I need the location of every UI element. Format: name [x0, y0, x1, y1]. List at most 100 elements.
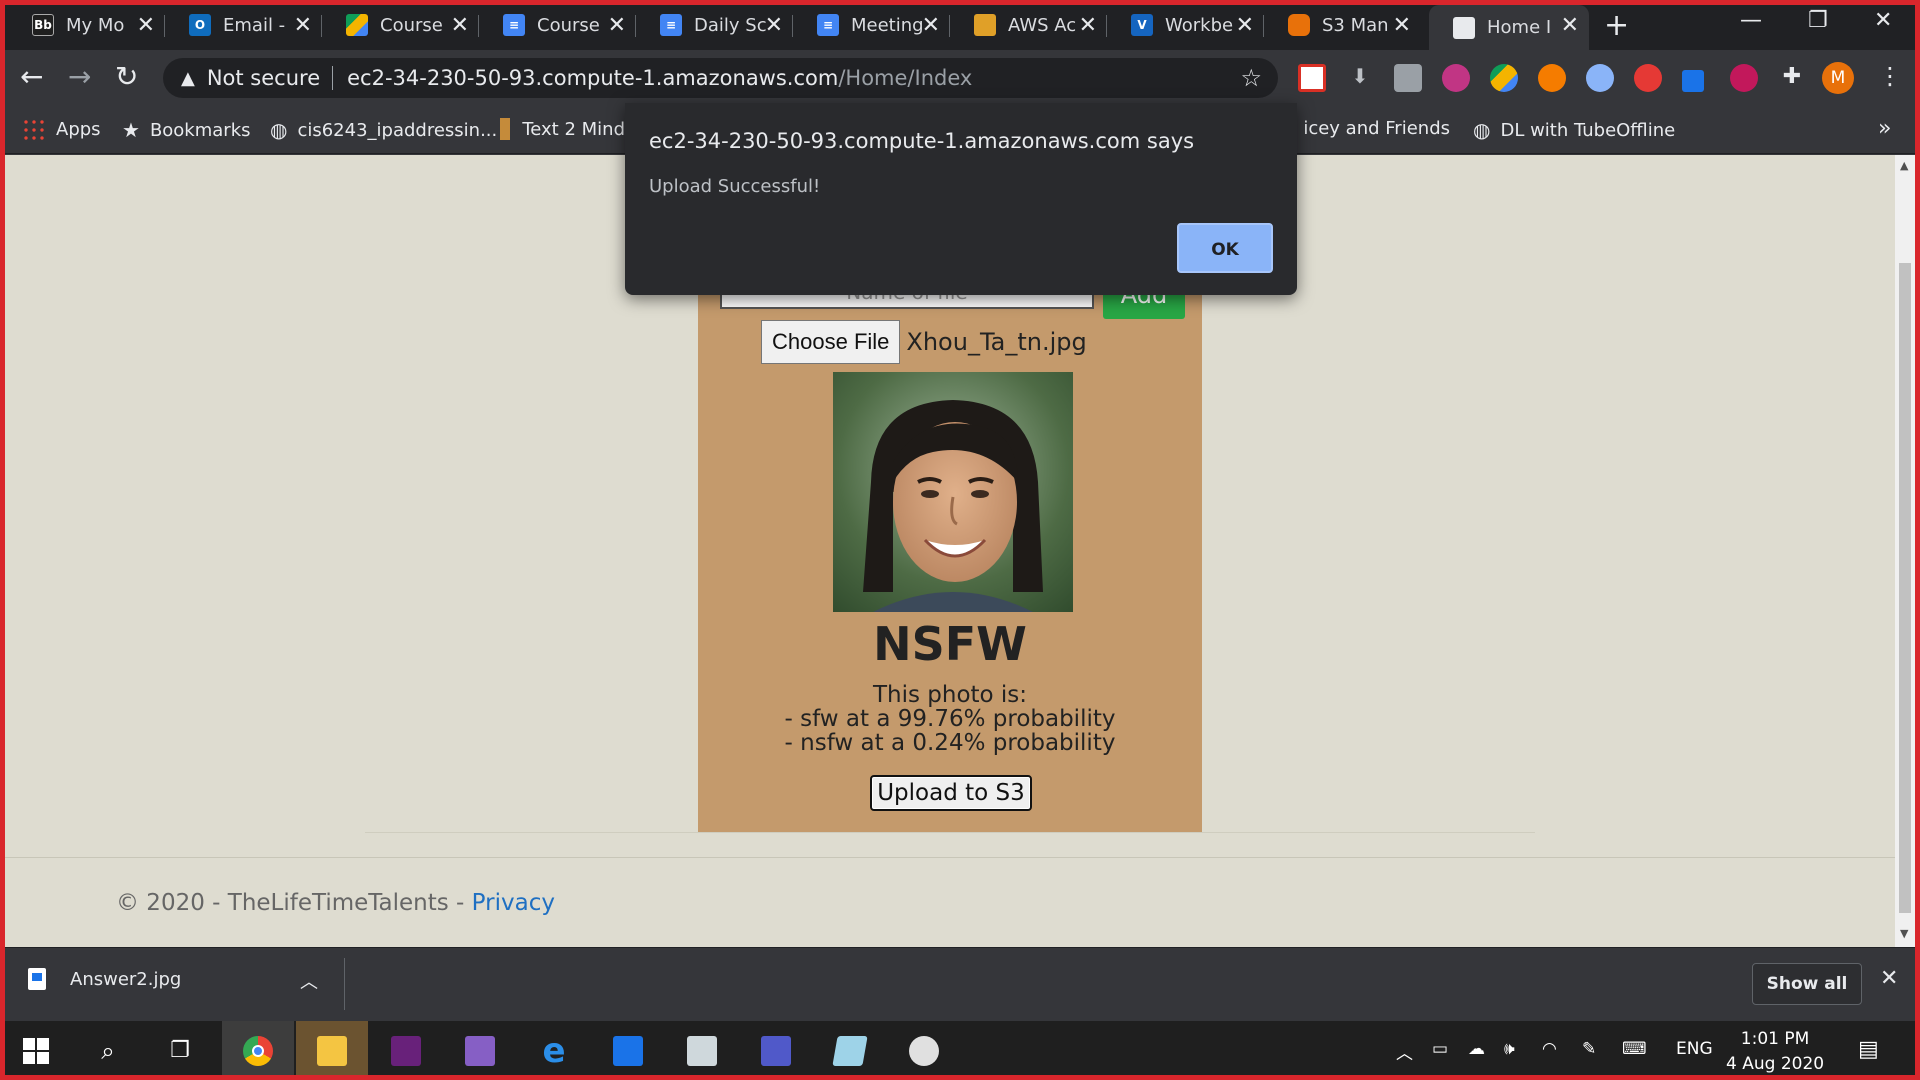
close-icon[interactable]: ✕ [1079, 13, 1097, 38]
search-icon[interactable]: ⌕ [72, 1021, 144, 1080]
tab-workbench[interactable]: V Workbe ✕ [1107, 7, 1264, 43]
tab-daily[interactable]: ≡ Daily Sc ✕ [636, 7, 793, 43]
windows-start-icon[interactable] [0, 1021, 72, 1080]
visual-studio-code-icon[interactable] [370, 1021, 442, 1080]
google-docs-icon: ≡ [817, 14, 839, 36]
new-tab-plus-icon[interactable]: + [1604, 8, 1629, 43]
pink-extension-icon[interactable] [1730, 64, 1758, 92]
download-extension-icon[interactable]: ⬇ [1346, 64, 1374, 92]
privacy-link[interactable]: Privacy [472, 890, 555, 916]
bookmark-tubeoffline[interactable]: ◍ DL with TubeOffline [1473, 118, 1675, 142]
pocket-extension-icon[interactable] [1298, 64, 1326, 92]
blackboard-icon: Bb [32, 14, 54, 36]
choose-file-button[interactable]: Choose File [761, 320, 901, 364]
menu-dots-icon[interactable]: ⋮ [1878, 62, 1902, 90]
divider [365, 832, 1535, 833]
bookmark-icey-and-friends[interactable]: icey and Friends -... [1290, 118, 1450, 139]
download-item[interactable]: Answer2.jpg [28, 968, 181, 990]
minimize-icon[interactable]: — [1740, 8, 1762, 33]
bookmark-cis6243[interactable]: ◍ cis6243_ipaddressin... [270, 118, 497, 142]
puzzle-extensions-icon[interactable]: ✚ [1778, 64, 1806, 92]
bookmark-star-icon[interactable]: ☆ [1240, 64, 1262, 92]
paint-icon[interactable] [888, 1021, 960, 1080]
outlook-icon: O [189, 14, 211, 36]
notification-center-icon[interactable]: ▤ [1858, 1037, 1879, 1062]
upload-to-s3-button[interactable]: Upload to S3 [870, 775, 1032, 811]
reload-icon[interactable]: ↻ [115, 60, 138, 93]
camera-extension-icon[interactable] [1394, 64, 1422, 92]
close-icon[interactable]: ✕ [451, 13, 469, 38]
tab-course-docs[interactable]: ≡ Course ✕ [479, 7, 636, 43]
close-icon[interactable]: ✕ [765, 13, 783, 38]
teams-icon[interactable] [740, 1021, 812, 1080]
dialog-message: Upload Successful! [649, 176, 821, 197]
close-icon[interactable]: ✕ [1393, 13, 1411, 38]
pen-extension-icon[interactable] [1682, 70, 1704, 92]
restore-icon[interactable]: ❐ [1808, 8, 1828, 33]
file-explorer-icon[interactable] [296, 1021, 368, 1080]
monitor-app-icon[interactable] [666, 1021, 738, 1080]
scroll-down-icon[interactable]: ▼ [1900, 927, 1908, 940]
page-scrollbar[interactable]: ▲ ▼ [1895, 155, 1915, 947]
blue-ring-extension-icon[interactable] [1586, 64, 1614, 92]
pen-icon[interactable]: ✎ [1582, 1039, 1596, 1059]
tab-home-active[interactable]: Home I ✕ [1429, 5, 1589, 50]
close-icon[interactable]: ✕ [137, 13, 155, 38]
tab-meeting[interactable]: ≡ Meeting ✕ [793, 7, 950, 43]
url-path: /Home/Index [838, 66, 973, 90]
chevron-up-icon[interactable]: ︿ [300, 968, 318, 994]
keyboard-icon[interactable]: ⌨ [1622, 1039, 1647, 1059]
edge-icon[interactable]: e [518, 1021, 590, 1080]
warning-triangle-icon[interactable]: ▲ [181, 68, 195, 89]
bookmark-bookmarks[interactable]: ★ Bookmarks [122, 118, 251, 142]
close-icon[interactable]: ✕ [294, 13, 312, 38]
close-icon[interactable]: ✕ [1236, 13, 1254, 38]
apps-grid-icon [22, 118, 44, 140]
tab-s3-management[interactable]: S3 Man ✕ [1264, 7, 1421, 43]
tab-aws-account[interactable]: AWS Ac ✕ [950, 7, 1107, 43]
chevron-up-tray-icon[interactable]: ︿ [1396, 1039, 1413, 1064]
ok-button[interactable]: OK [1177, 223, 1273, 273]
tab-strip: Bb My Mo ✕ O Email - ✕ Course ✕ ≡ Course… [0, 0, 1920, 50]
aws-box-icon [974, 14, 996, 36]
tab-course-drive[interactable]: Course ✕ [322, 7, 479, 43]
tab-my-mod[interactable]: Bb My Mo ✕ [8, 7, 165, 43]
close-icon[interactable]: ✕ [1561, 13, 1579, 38]
show-all-button[interactable]: Show all [1752, 963, 1862, 1005]
address-bar[interactable]: ▲ Not secure ec2-34-230-50-93.compute-1.… [163, 58, 1278, 98]
system-clock[interactable]: 1:01 PM 4 Aug 2020 [1726, 1027, 1824, 1077]
onedrive-cloud-icon[interactable]: ☁ [1468, 1039, 1485, 1059]
selected-file-name: Xhou_Ta_tn.jpg [906, 328, 1087, 356]
orange-extension-icon[interactable] [1538, 64, 1566, 92]
profile-avatar[interactable]: M [1822, 62, 1854, 94]
scrollbar-thumb[interactable] [1899, 263, 1911, 913]
dialog-title: ec2-34-230-50-93.compute-1.amazonaws.com… [649, 129, 1195, 153]
footer-divider [5, 857, 1895, 858]
instagram-extension-icon[interactable] [1442, 64, 1470, 92]
google-drive-extension-icon[interactable] [1490, 64, 1518, 92]
window-close-icon[interactable]: ✕ [1874, 8, 1892, 33]
close-icon[interactable]: ✕ [1880, 966, 1898, 991]
notes-app-icon[interactable] [814, 1021, 886, 1080]
scroll-up-icon[interactable]: ▲ [1900, 159, 1908, 172]
security-label[interactable]: Not secure [207, 66, 320, 90]
media-player-icon[interactable] [592, 1021, 664, 1080]
bookmark-text2mind[interactable]: Text 2 Mind [500, 118, 625, 140]
task-view-icon[interactable]: ❐ [144, 1021, 216, 1080]
google-docs-icon: ≡ [660, 14, 682, 36]
back-arrow-icon[interactable]: ← [20, 60, 43, 93]
close-icon[interactable]: ✕ [922, 13, 940, 38]
visual-studio-icon[interactable] [444, 1021, 516, 1080]
close-icon[interactable]: ✕ [608, 13, 626, 38]
tab-email[interactable]: O Email - ✕ [165, 7, 322, 43]
battery-icon[interactable]: ▭ [1432, 1039, 1448, 1059]
chrome-taskbar-icon[interactable] [222, 1021, 294, 1080]
bookmark-apps[interactable]: Apps [22, 118, 101, 140]
forward-arrow-icon[interactable]: → [68, 60, 91, 93]
star-icon: ★ [122, 118, 140, 142]
red-swirl-extension-icon[interactable] [1634, 64, 1662, 92]
chevron-double-right-icon[interactable]: » [1878, 116, 1891, 141]
volume-icon[interactable]: 🕪 [1504, 1039, 1515, 1059]
wifi-icon[interactable]: ◠ [1542, 1039, 1557, 1059]
language-indicator[interactable]: ENG [1676, 1039, 1713, 1059]
